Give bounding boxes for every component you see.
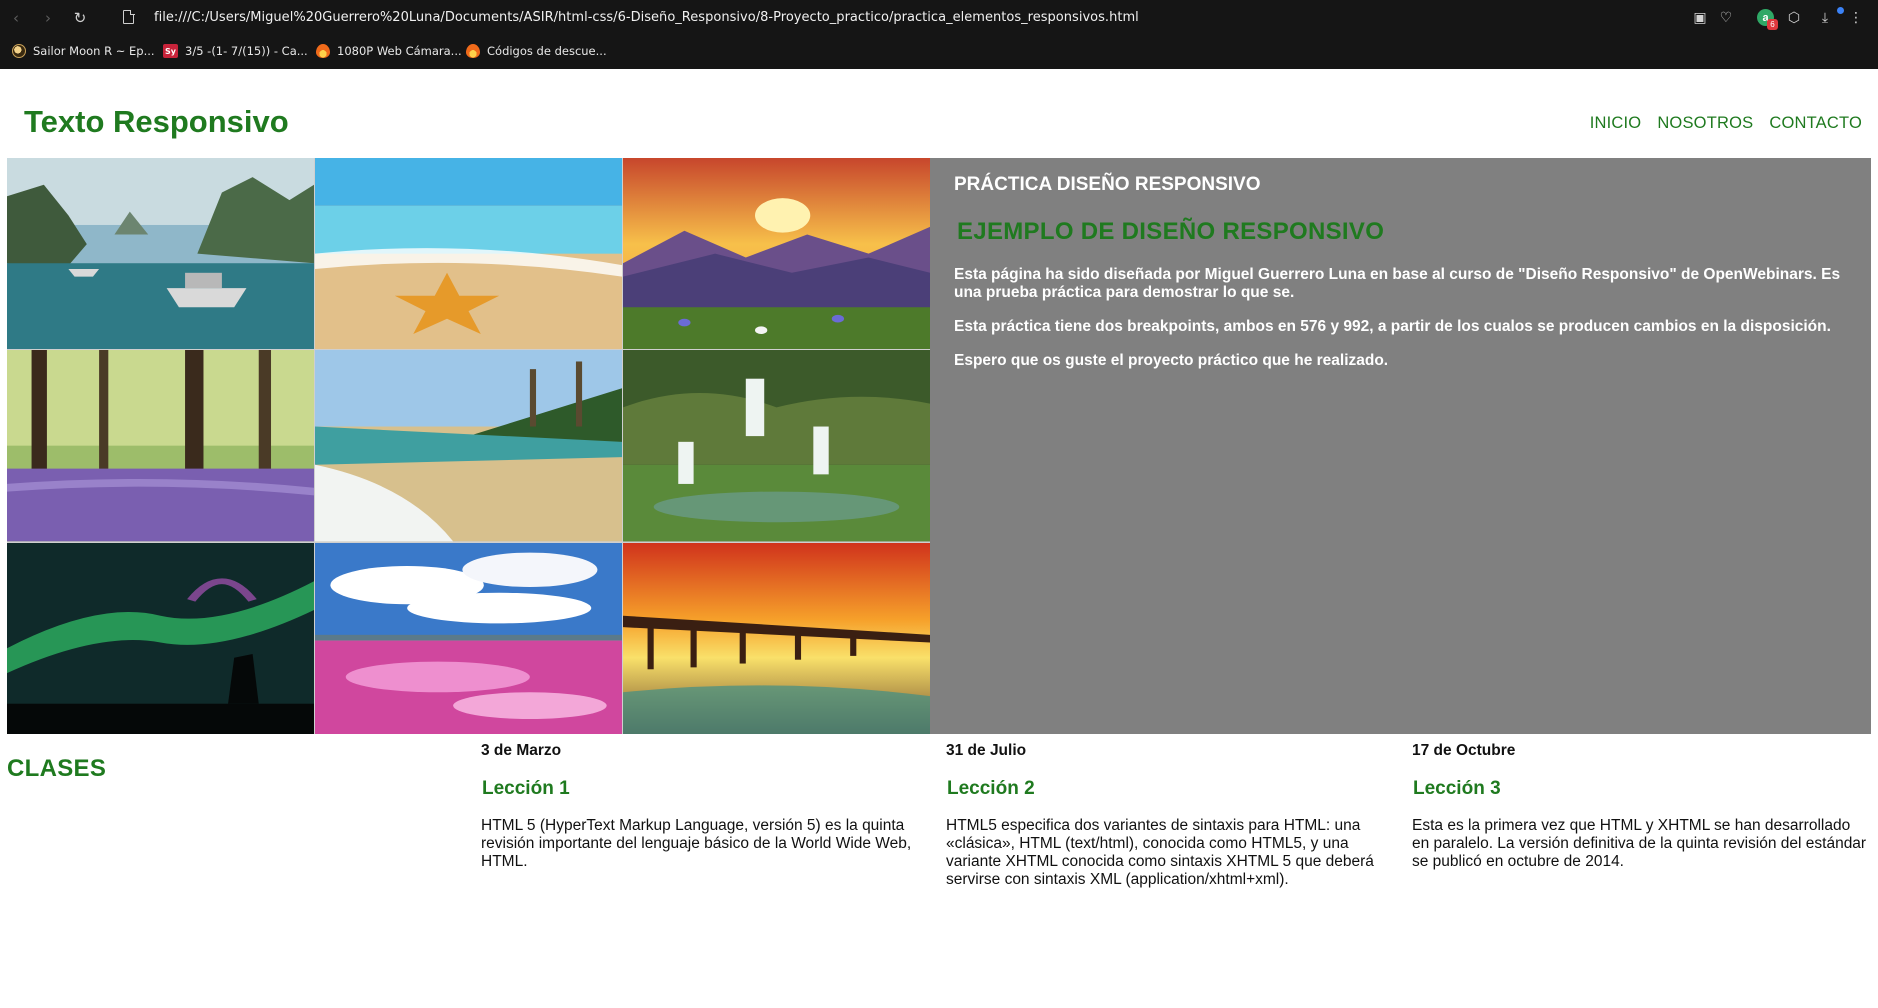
bookmark-item[interactable]: 1080P Web Cámara... (316, 42, 462, 60)
back-icon[interactable]: ‹ (6, 8, 26, 28)
bookmark-item[interactable]: Códigos de descue... (466, 42, 607, 60)
info-heading: PRÁCTICA DISEÑO RESPONSIVO (954, 174, 1261, 195)
info-panel: PRÁCTICA DISEÑO RESPONSIVO EJEMPLO DE DI… (930, 158, 1871, 734)
reload-icon[interactable]: ↻ (70, 8, 90, 28)
info-paragraph: Esta página ha sido diseñada por Miguel … (954, 266, 1841, 301)
address-bar-url[interactable]: file:///C:/Users/Miguel%20Guerrero%20Lun… (154, 10, 1139, 25)
info-paragraph: Esta práctica tiene dos breakpoints, amb… (954, 318, 1831, 335)
gallery-image-beach-starfish (315, 158, 622, 350)
site-title: Texto Responsivo (24, 104, 289, 139)
bookmark-label: Códigos de descue... (487, 44, 607, 58)
gallery-image-pier-sunset (623, 542, 930, 734)
download-notification-dot (1837, 7, 1844, 14)
gallery-image-bay-boats (7, 158, 314, 350)
gallery-image-mountain-sunset (623, 158, 930, 350)
bookmark-label: 1080P Web Cámara... (337, 44, 462, 58)
bookmark-item[interactable]: Sy 3/5 -(1- 7/(15)) - Ca... (163, 42, 308, 60)
gallery-image-bluebell-forest (7, 350, 314, 542)
forward-icon[interactable]: › (38, 8, 58, 28)
web-page: Texto Responsivo INICIO NOSOTROS CONTACT… (0, 69, 1878, 1008)
lesson-text: Esta es la primera vez que HTML y XHTML … (1412, 817, 1867, 870)
classes-title: CLASES (7, 755, 107, 782)
download-icon[interactable]: ⤓ (1815, 8, 1835, 28)
image-gallery (7, 158, 930, 734)
bookmarks-bar: Sailor Moon R ~ Ep... Sy 3/5 -(1- 7/(15)… (0, 38, 1878, 64)
gallery-image-tropical-beach (315, 350, 622, 542)
lesson-date: 3 de Marzo (481, 742, 562, 759)
bookmark-label: 3/5 -(1- 7/(15)) - Ca... (185, 44, 308, 58)
cube-icon[interactable]: ⬡ (1784, 8, 1804, 28)
lesson-text: HTML5 especifica dos variantes de sintax… (946, 817, 1374, 888)
nav-link-inicio[interactable]: INICIO (1590, 114, 1642, 133)
bookmark-label: Sailor Moon R ~ Ep... (33, 44, 155, 58)
browser-chrome: ‹ › ↻ file:///C:/Users/Miguel%20Guerrero… (0, 0, 1878, 69)
lesson-text: HTML 5 (HyperText Markup Language, versi… (481, 817, 912, 870)
moon-favicon-icon (12, 44, 26, 58)
lesson-date: 17 de Octubre (1412, 742, 1516, 759)
gallery-image-pink-sky-reflection (315, 542, 622, 734)
extension-count-badge: 6 (1767, 19, 1778, 30)
lesson-card: 17 de Octubre Lección 3 Esta es la prime… (1412, 742, 1867, 871)
lesson-card: 31 de Julio Lección 2 HTML5 especifica d… (946, 742, 1401, 889)
lesson-title: Lección 2 (947, 778, 1035, 799)
page-file-icon (123, 9, 135, 24)
lesson-card: 3 de Marzo Lección 1 HTML 5 (HyperText M… (481, 742, 936, 871)
heart-icon[interactable]: ♡ (1716, 8, 1736, 28)
lesson-title: Lección 3 (1413, 778, 1501, 799)
info-subheading: EJEMPLO DE DISEÑO RESPONSIVO (957, 218, 1385, 245)
gallery-image-waterfall-rocks (623, 350, 930, 542)
lesson-title: Lección 1 (482, 778, 570, 799)
fire-favicon-icon (466, 44, 480, 58)
menu-dots-icon[interactable]: ⋮ (1846, 8, 1866, 28)
nav-link-contacto[interactable]: CONTACTO (1769, 114, 1862, 133)
nav-link-nosotros[interactable]: NOSOTROS (1657, 114, 1753, 133)
bookmark-item[interactable]: Sailor Moon R ~ Ep... (12, 42, 155, 60)
main-nav: INICIO NOSOTROS CONTACTO (1590, 114, 1862, 133)
sy-favicon-icon: Sy (163, 44, 178, 58)
info-paragraph: Espero que os guste el proyecto práctico… (954, 352, 1389, 369)
lesson-date: 31 de Julio (946, 742, 1027, 759)
address-bar-row: ‹ › ↻ file:///C:/Users/Miguel%20Guerrero… (0, 0, 1878, 36)
camera-icon[interactable]: ▣ (1690, 8, 1710, 28)
gallery-image-aurora-night (7, 542, 314, 734)
fire-favicon-icon (316, 44, 330, 58)
